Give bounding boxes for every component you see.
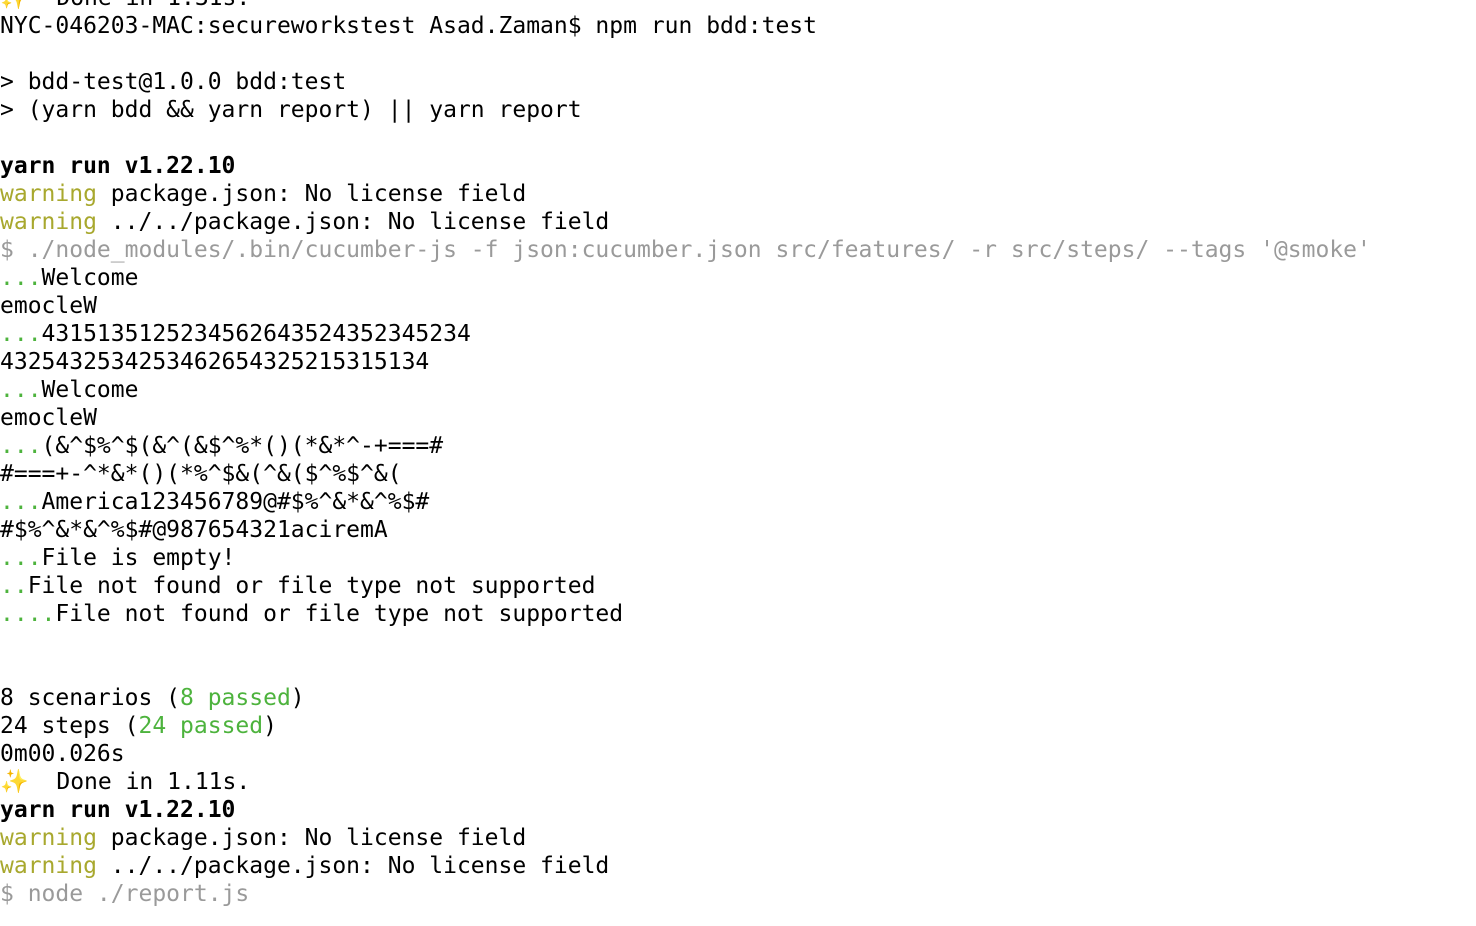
terminal-line: ...(&^$%^$(&^(&$^%*()(*&*^-+===# xyxy=(0,432,1476,460)
progress-dots: .... xyxy=(0,601,56,627)
output-text: File not found or file type not supporte… xyxy=(55,601,624,627)
terminal-line: ...Welcome xyxy=(0,264,1476,292)
output-text: Done in 1.11s. xyxy=(56,769,251,795)
terminal-line: > bdd-test@1.0.0 bdd:test xyxy=(0,68,1476,96)
output-text: America123456789@#$%^&*&^%$# xyxy=(41,489,430,515)
output-text: > (yarn bdd && yarn report) || yarn repo… xyxy=(0,97,582,123)
terminal-line: 8 scenarios (8 passed) xyxy=(0,684,1476,712)
progress-dots: ... xyxy=(0,545,42,571)
terminal-line: yarn run v1.22.10 xyxy=(0,796,1476,824)
output-text: 24 steps ( xyxy=(0,713,139,739)
warning-label: warning xyxy=(0,209,97,235)
output-text: ../../package.json: No license field xyxy=(96,209,610,235)
command-echo: $ node ./report.js xyxy=(0,881,250,907)
warning-label: warning xyxy=(0,825,97,851)
terminal-line: ...Welcome xyxy=(0,376,1476,404)
terminal-line: 24 steps (24 passed) xyxy=(0,712,1476,740)
terminal-line: warning package.json: No license field xyxy=(0,824,1476,852)
sparkle-icon: ✨ xyxy=(0,769,57,795)
output-text: ) xyxy=(263,713,277,739)
output-text: 0m00.026s xyxy=(0,741,125,767)
terminal-line: warning ../../package.json: No license f… xyxy=(0,208,1476,236)
terminal-line: ✨ Done in 1.11s. xyxy=(0,768,1476,796)
terminal-line: emocleW xyxy=(0,404,1476,432)
progress-dots: ... xyxy=(0,321,42,347)
terminal-line: $ ./node_modules/.bin/cucumber-js -f jso… xyxy=(0,236,1476,264)
terminal-line: warning ../../package.json: No license f… xyxy=(0,852,1476,880)
output-text: File not found or file type not supporte… xyxy=(27,573,596,599)
output-text: emocleW xyxy=(0,405,97,431)
warning-label: warning xyxy=(0,181,97,207)
output-text: Welcome xyxy=(41,377,139,403)
passed-count: 24 passed xyxy=(138,713,264,739)
output-text: emocleW xyxy=(0,293,97,319)
terminal-line: ...File is empty! xyxy=(0,544,1476,572)
output-text: File is empty! xyxy=(41,545,236,571)
output-text: 4325432534253462654325215315134 xyxy=(0,349,430,375)
output-text: #===+-^*&*()(*%^$&(^&($^%$^&( xyxy=(0,461,402,487)
progress-dots: ... xyxy=(0,489,42,515)
terminal-line: ...America123456789@#$%^&*&^%$# xyxy=(0,488,1476,516)
output-text: 4315135125234562643524352345234 xyxy=(41,321,471,347)
terminal-line: ✨ Done in 1.31s. xyxy=(0,0,1476,12)
output-text: package.json: No license field xyxy=(96,181,527,207)
terminal-line: > (yarn bdd && yarn report) || yarn repo… xyxy=(0,96,1476,124)
terminal-line: ...4315135125234562643524352345234 xyxy=(0,320,1476,348)
output-text: Done in 1.31s. xyxy=(56,0,250,11)
terminal-line: ....File not found or file type not supp… xyxy=(0,600,1476,628)
progress-dots: .. xyxy=(0,573,28,599)
output-text: package.json: No license field xyxy=(96,825,527,851)
output-text: ) xyxy=(290,685,305,711)
passed-count: 8 passed xyxy=(180,685,291,711)
terminal-line: ..File not found or file type not suppor… xyxy=(0,572,1476,600)
output-text: > bdd-test@1.0.0 bdd:test xyxy=(0,69,347,95)
output-text: 8 scenarios ( xyxy=(0,685,181,711)
terminal-line: 4325432534253462654325215315134 xyxy=(0,348,1476,376)
output-text: #$%^&*&^%$#@987654321aciremA xyxy=(0,517,388,543)
terminal-line: emocleW xyxy=(0,292,1476,320)
output-text: (&^$%^$(&^(&$^%*()(*&*^-+===# xyxy=(41,433,444,459)
terminal-line: $ node ./report.js xyxy=(0,880,1476,908)
command-echo: $ ./node_modules/.bin/cucumber-js -f jso… xyxy=(0,237,1371,263)
output-text: ../../package.json: No license field xyxy=(96,853,610,879)
output-text: NYC-046203-MAC:secureworkstest Asad.Zama… xyxy=(0,13,817,39)
progress-dots: ... xyxy=(0,433,42,459)
yarn-version-text: yarn run v1.22.10 xyxy=(0,153,236,179)
yarn-version-text: yarn run v1.22.10 xyxy=(0,797,236,823)
terminal-line: #===+-^*&*()(*%^$&(^&($^%$^&( xyxy=(0,460,1476,488)
terminal-line: yarn run v1.22.10 xyxy=(0,152,1476,180)
terminal-line: #$%^&*&^%$#@987654321aciremA xyxy=(0,516,1476,544)
terminal-line: warning package.json: No license field xyxy=(0,180,1476,208)
warning-label: warning xyxy=(0,853,97,879)
progress-dots: ... xyxy=(0,377,42,403)
terminal-output[interactable]: ✨ Done in 1.31s.NYC-046203-MAC:securewor… xyxy=(0,0,1476,908)
terminal-line: NYC-046203-MAC:secureworkstest Asad.Zama… xyxy=(0,12,1476,40)
progress-dots: ... xyxy=(0,265,42,291)
output-text: Welcome xyxy=(41,265,139,291)
terminal-line: 0m00.026s xyxy=(0,740,1476,768)
sparkle-icon: ✨ xyxy=(0,0,56,11)
